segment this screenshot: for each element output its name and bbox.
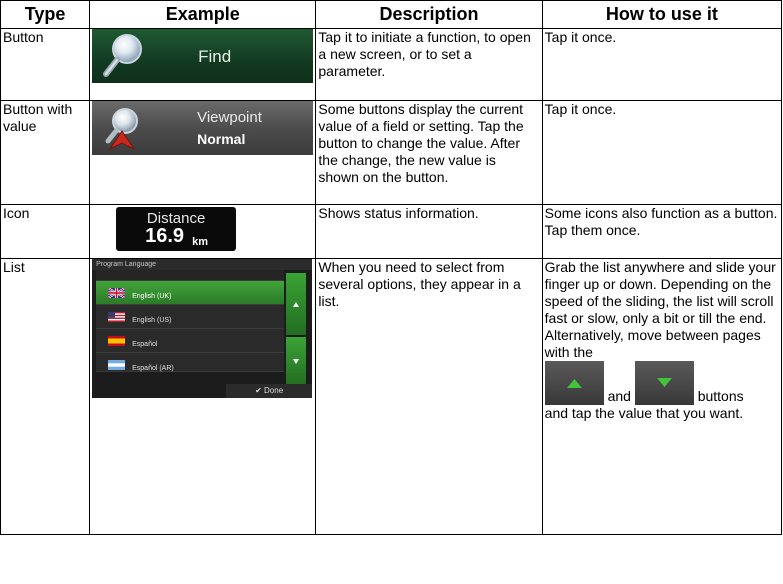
us-flag-icon <box>108 312 126 322</box>
find-button-label: Find <box>198 47 232 66</box>
table-row: List Program Language English (UK) Engli… <box>0 258 783 535</box>
table-row: Button Find Tap it to initiate a functio… <box>0 28 783 101</box>
header-type: Type <box>0 0 91 29</box>
row-type: Icon <box>0 204 91 259</box>
row-description: When you need to select from several opt… <box>315 258 543 535</box>
how-to-use-and: and <box>607 388 631 404</box>
how-to-use-after: and tap the value that you want. <box>544 405 744 421</box>
controls-table: Type Example Description How to use it B… <box>0 0 783 535</box>
done-button-label: Done <box>264 386 284 395</box>
row-description: Some buttons display the current value o… <box>315 100 543 205</box>
row-example: Program Language English (UK) English (U… <box>89 258 317 535</box>
list-title: Program Language <box>92 259 313 270</box>
scroll-down-button[interactable] <box>286 337 307 385</box>
argentina-flag-icon <box>108 360 126 370</box>
list-item[interactable]: English (US) <box>96 305 285 329</box>
list-item-label: English (UK) <box>132 293 172 300</box>
row-how-to-use: Tap it once. <box>541 100 783 205</box>
row-example: Viewpoint Normal <box>89 100 317 205</box>
list-item[interactable]: English (UK) <box>96 281 285 305</box>
how-to-use-text: Grab the list anywhere and slide your fi… <box>544 259 776 360</box>
viewpoint-button-label: Viewpoint <box>197 109 262 126</box>
row-how-to-use: Some icons also function as a button. Ta… <box>541 204 783 259</box>
arrow-down-icon <box>293 359 300 364</box>
viewpoint-icon <box>105 108 139 151</box>
list-item-label: English (US) <box>132 317 172 324</box>
row-example: Distance 16.9 km <box>89 204 317 259</box>
header-example: Example <box>89 0 317 29</box>
language-list-screenshot: Program Language English (UK) English (U… <box>92 259 313 398</box>
green-up-arrow-icon <box>566 379 582 388</box>
row-type: List <box>0 258 91 535</box>
done-button[interactable]: ✔ Done <box>226 384 313 398</box>
row-type: Button <box>0 28 91 101</box>
table-row: Button with value Viewpoint Normal Some … <box>0 100 783 205</box>
table-header-row: Type Example Description How to use it <box>0 0 783 29</box>
viewpoint-button-value: Normal <box>197 131 246 147</box>
header-how-to-use: How to use it <box>541 0 783 29</box>
table-row: Icon Distance 16.9 km Shows status infor… <box>0 204 783 259</box>
magnifier-icon <box>103 34 143 77</box>
page-down-button-image <box>634 361 694 405</box>
list-item[interactable]: Español (AR) <box>96 353 285 372</box>
row-example: Find <box>89 28 317 101</box>
viewpoint-button[interactable]: Viewpoint Normal <box>92 101 314 155</box>
row-how-to-use: Tap it once. <box>541 28 783 101</box>
distance-unit: km <box>192 236 209 248</box>
distance-status-icon: Distance 16.9 km <box>116 207 237 251</box>
how-to-use-buttons: buttons <box>697 388 744 404</box>
row-type: Button with value <box>0 100 91 205</box>
uk-flag-icon <box>108 288 126 298</box>
checkmark-icon: ✔ <box>255 386 262 395</box>
language-list[interactable]: English (UK) English (US) Español Españo… <box>96 270 285 372</box>
list-item-label: Español (AR) <box>132 365 174 372</box>
list-item[interactable]: Español <box>96 329 285 353</box>
distance-value: 16.9 <box>145 225 185 247</box>
green-down-arrow-icon <box>656 378 672 387</box>
spain-flag-icon <box>108 336 126 346</box>
row-description: Tap it to initiate a function, to open a… <box>315 28 543 101</box>
list-item[interactable] <box>96 270 285 281</box>
row-description: Shows status information. <box>315 204 543 259</box>
list-item-label: Español <box>132 341 158 348</box>
arrow-up-icon <box>293 302 300 307</box>
page-up-button-image <box>544 361 604 405</box>
row-how-to-use: Grab the list anywhere and slide your fi… <box>541 258 783 535</box>
find-button[interactable]: Find <box>92 29 314 83</box>
header-description: Description <box>315 0 543 29</box>
scroll-up-button[interactable] <box>286 273 307 335</box>
